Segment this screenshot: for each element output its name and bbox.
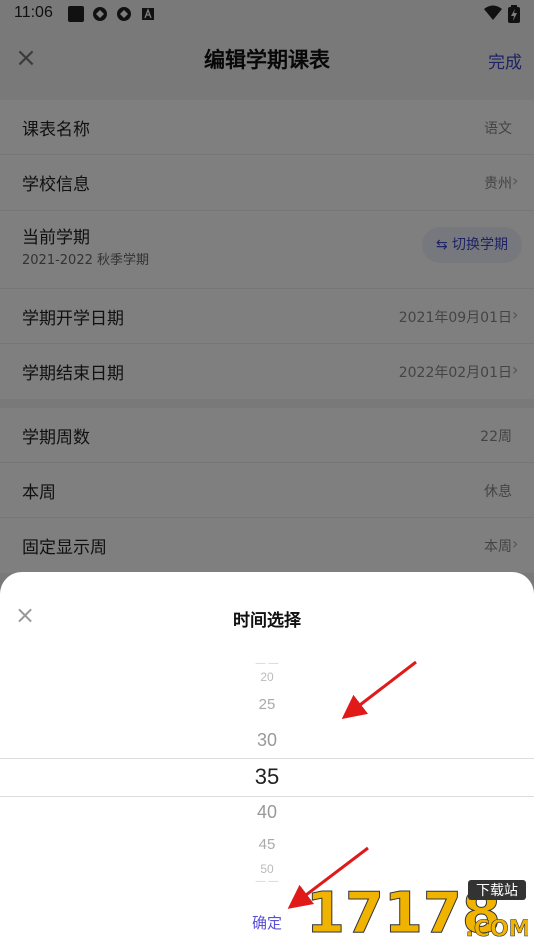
watermark-logo: 17178 下载站 .COM [306, 880, 531, 947]
picker-selection-top [0, 758, 534, 759]
picker-option[interactable]: 30 [0, 730, 534, 751]
picker-option[interactable]: 25 [0, 696, 534, 713]
picker-option[interactable]: 40 [0, 802, 534, 823]
picker-selection-bottom [0, 796, 534, 797]
site-watermark-logo: 17178 下载站 .COM [306, 874, 531, 947]
sheet-title: 时间选择 [233, 611, 301, 631]
picker-option[interactable]: 20 [0, 670, 534, 684]
picker-option-selected[interactable]: 35 [0, 764, 534, 790]
picker-option-partial: — — [255, 658, 279, 664]
time-picker-wheel[interactable]: — — 20 25 30 35 40 45 50 — — [0, 658, 534, 882]
svg-text:下载站: 下载站 [476, 883, 518, 899]
svg-text:.COM: .COM [465, 917, 528, 942]
picker-option[interactable]: 45 [0, 836, 534, 853]
